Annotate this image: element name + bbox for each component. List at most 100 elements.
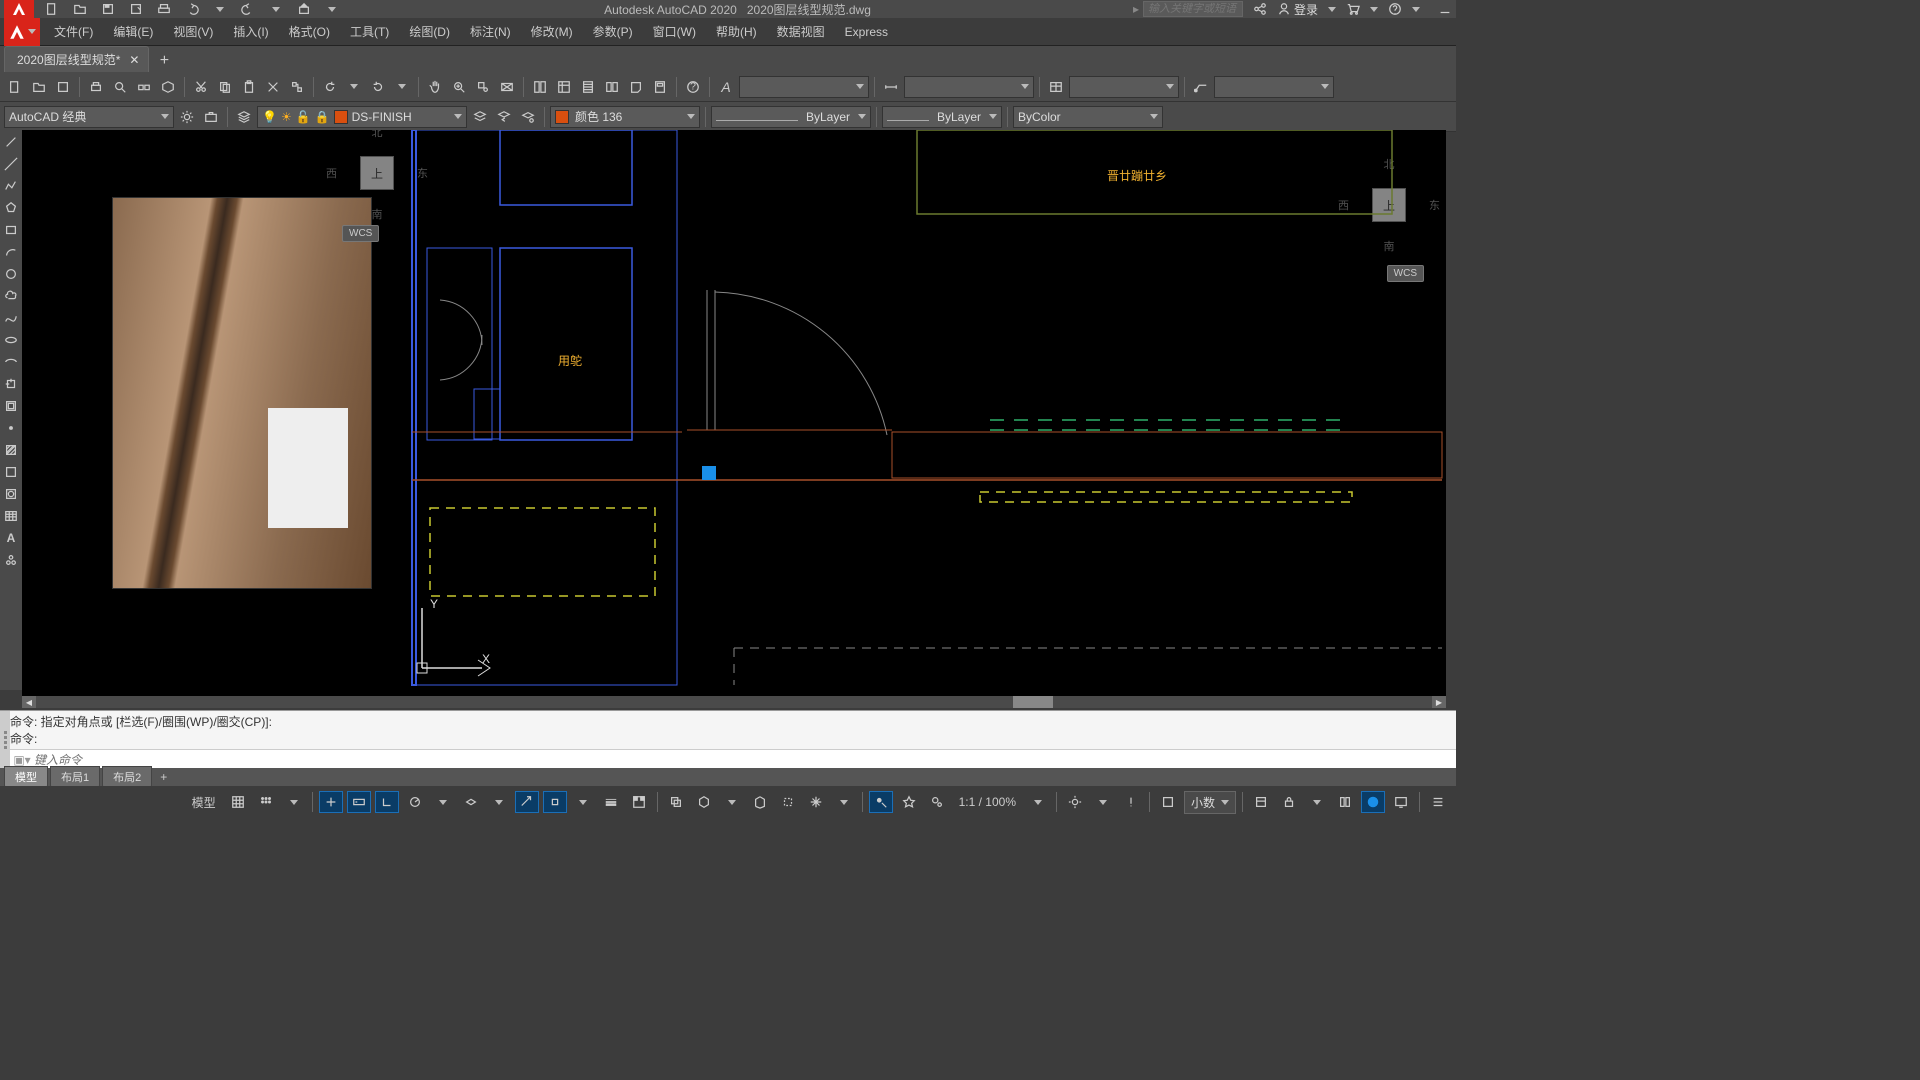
new-icon[interactable]: [4, 76, 26, 98]
print-icon[interactable]: [85, 76, 107, 98]
menu-express[interactable]: Express: [835, 18, 898, 45]
chevron-down-icon[interactable]: [1370, 7, 1378, 12]
markup-icon[interactable]: [625, 76, 647, 98]
qat-redo-icon[interactable]: [238, 0, 258, 18]
lock-open-icon[interactable]: 🔓: [296, 110, 311, 124]
file-tab-active[interactable]: 2020图层线型规范* ✕: [4, 46, 149, 72]
grid-icon[interactable]: [226, 791, 250, 813]
iso-icon[interactable]: [459, 791, 483, 813]
menu-tool[interactable]: 工具(T): [340, 18, 399, 45]
dyn-ucs-icon[interactable]: [748, 791, 772, 813]
scroll-left-icon[interactable]: ◀: [22, 696, 36, 708]
osnap-track-icon[interactable]: [515, 791, 539, 813]
open-icon[interactable]: [28, 76, 50, 98]
dim-style-icon[interactable]: [880, 76, 902, 98]
sun-icon[interactable]: ☀: [281, 110, 292, 124]
chevron-down-icon[interactable]: [832, 791, 856, 813]
menu-insert[interactable]: 插入(I): [223, 18, 278, 45]
mtext-icon[interactable]: A: [1, 528, 21, 548]
workspace-switch-icon[interactable]: [1063, 791, 1087, 813]
mleader-style-icon[interactable]: [1190, 76, 1212, 98]
scroll-thumb[interactable]: [1013, 696, 1053, 708]
customize-icon[interactable]: [1426, 791, 1450, 813]
transparency-icon[interactable]: [627, 791, 651, 813]
save-icon[interactable]: [52, 76, 74, 98]
undo-icon[interactable]: [319, 76, 341, 98]
xline-icon[interactable]: [1, 154, 21, 174]
make-block-icon[interactable]: [1, 396, 21, 416]
line-icon[interactable]: [1, 132, 21, 152]
gizmo-icon[interactable]: [804, 791, 828, 813]
chevron-down-icon[interactable]: [266, 0, 286, 18]
padlock-icon[interactable]: 🔒: [315, 110, 330, 124]
isolate-icon[interactable]: [1333, 791, 1357, 813]
layer-iso-icon[interactable]: [517, 106, 539, 128]
anno-monitor-icon[interactable]: [1119, 791, 1143, 813]
clean-screen-icon[interactable]: [1389, 791, 1413, 813]
sel-cycling-icon[interactable]: [664, 791, 688, 813]
snap-icon[interactable]: [254, 791, 278, 813]
chevron-down-icon[interactable]: [487, 791, 511, 813]
add-selected-icon[interactable]: [1, 550, 21, 570]
dim-style-dropdown[interactable]: [904, 76, 1034, 98]
layout-tab-2[interactable]: 布局2: [102, 766, 152, 788]
arc-icon[interactable]: [1, 242, 21, 262]
chevron-down-icon[interactable]: [1091, 791, 1115, 813]
ellipse-icon[interactable]: [1, 330, 21, 350]
block-icon[interactable]: [286, 76, 308, 98]
lightbulb-icon[interactable]: 💡: [262, 110, 277, 124]
mleader-style-dropdown[interactable]: [1214, 76, 1334, 98]
qat-publish-icon[interactable]: [294, 0, 314, 18]
units-icon[interactable]: [1156, 791, 1180, 813]
table-style-icon[interactable]: [1045, 76, 1067, 98]
menu-help[interactable]: 帮助(H): [706, 18, 767, 45]
scroll-right-icon[interactable]: ▶: [1432, 696, 1446, 708]
menu-param[interactable]: 参数(P): [583, 18, 643, 45]
chevron-down-icon[interactable]: [282, 791, 306, 813]
qat-saveas-icon[interactable]: [126, 0, 146, 18]
share-icon[interactable]: [1253, 2, 1267, 16]
lock-ui-icon[interactable]: [1277, 791, 1301, 813]
menu-format[interactable]: 格式(O): [279, 18, 340, 45]
region-icon[interactable]: [1, 484, 21, 504]
sheet-set-icon[interactable]: [601, 76, 623, 98]
spline-icon[interactable]: [1, 308, 21, 328]
layout-tab-1[interactable]: 布局1: [50, 766, 100, 788]
login-button[interactable]: 登录: [1277, 1, 1318, 18]
selection-grip[interactable]: [702, 466, 716, 480]
ellipse-arc-icon[interactable]: [1, 352, 21, 372]
chevron-down-icon[interactable]: [1026, 791, 1050, 813]
zoom-label[interactable]: 1:1 / 100%: [953, 795, 1022, 809]
grip-handle[interactable]: [0, 711, 10, 768]
layer-prev-icon[interactable]: [493, 106, 515, 128]
qat-save-icon[interactable]: [98, 0, 118, 18]
gear-icon[interactable]: [176, 106, 198, 128]
chevron-down-icon[interactable]: [1328, 7, 1336, 12]
ortho-icon[interactable]: [375, 791, 399, 813]
chevron-down-icon[interactable]: [322, 0, 342, 18]
layer-states-icon[interactable]: [469, 106, 491, 128]
publish-icon[interactable]: [133, 76, 155, 98]
layer-properties-icon[interactable]: [233, 106, 255, 128]
close-icon[interactable]: ✕: [128, 54, 140, 66]
toolbox-icon[interactable]: [200, 106, 222, 128]
plotstyle-dropdown[interactable]: ByColor: [1013, 106, 1163, 128]
units-mode-dropdown[interactable]: 小数: [1184, 791, 1236, 814]
polygon-icon[interactable]: [1, 198, 21, 218]
qat-undo-icon[interactable]: [182, 0, 202, 18]
chevron-down-icon[interactable]: [431, 791, 455, 813]
menu-file[interactable]: 文件(F): [44, 18, 103, 45]
workspace-dropdown[interactable]: AutoCAD 经典: [4, 106, 174, 128]
qat-open-icon[interactable]: [70, 0, 90, 18]
color-dropdown[interactable]: 颜色 136: [550, 106, 700, 128]
chevron-down-icon[interactable]: [1305, 791, 1329, 813]
infer-icon[interactable]: [319, 791, 343, 813]
chevron-down-icon[interactable]: [571, 791, 595, 813]
linetype-dropdown[interactable]: ByLayer: [882, 106, 1002, 128]
design-center-icon[interactable]: [553, 76, 575, 98]
chevron-down-icon[interactable]: [210, 0, 230, 18]
chevron-down-icon[interactable]: [343, 76, 365, 98]
match-icon[interactable]: [262, 76, 284, 98]
chevron-down-icon[interactable]: [1412, 7, 1420, 12]
text-style-icon[interactable]: A: [715, 76, 737, 98]
